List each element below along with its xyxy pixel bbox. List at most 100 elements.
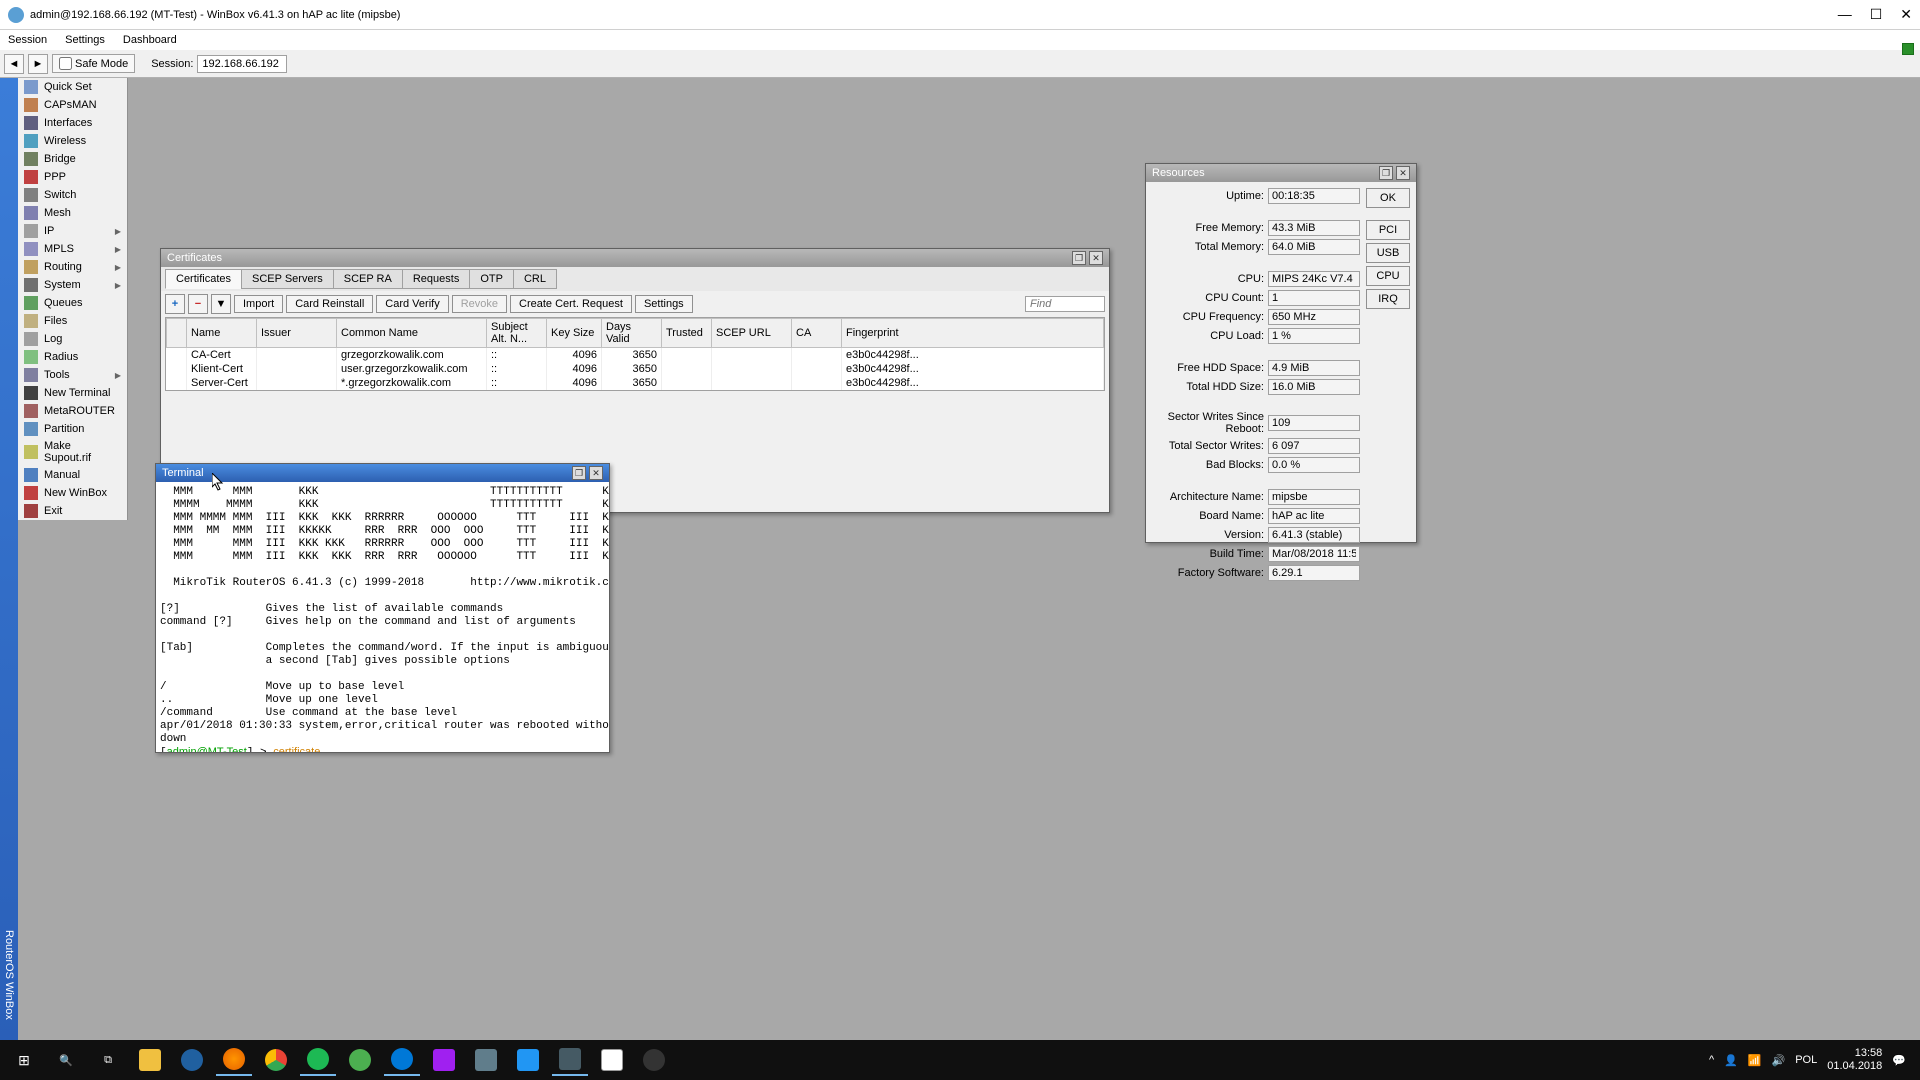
cert-close-icon[interactable]: ✕ [1089,251,1103,265]
forward-button[interactable]: ► [28,54,48,74]
column-header[interactable]: SCEP URL [712,319,792,348]
sidebar-item-log[interactable]: Log [18,330,127,348]
table-row[interactable]: Server-Cert*.grzegorzkowalik.com::409636… [167,376,1104,390]
sidebar-item-exit[interactable]: Exit [18,502,127,520]
res-pci-button[interactable]: PCI [1366,220,1410,240]
sidebar-item-make-supout-rif[interactable]: Make Supout.rif [18,438,127,466]
spotify-icon[interactable] [300,1044,336,1076]
sidebar-item-new-terminal[interactable]: New Terminal [18,384,127,402]
tray-chevron-icon[interactable]: ^ [1709,1054,1714,1066]
sidebar-item-partition[interactable]: Partition [18,420,127,438]
res-irq-button[interactable]: IRQ [1366,289,1410,309]
column-header[interactable]: Issuer [257,319,337,348]
start-button[interactable]: ⊞ [6,1044,42,1076]
resources-titlebar[interactable]: Resources ❐ ✕ [1146,164,1416,182]
sidebar-item-capsman[interactable]: CAPsMAN [18,96,127,114]
winbox-icon[interactable] [552,1044,588,1076]
sidebar-item-ppp[interactable]: PPP [18,168,127,186]
term-restore-icon[interactable]: ❐ [572,466,586,480]
menu-settings[interactable]: Settings [65,34,105,46]
app-icon-1[interactable] [468,1044,504,1076]
add-button[interactable]: + [165,294,185,314]
revoke-button[interactable]: Revoke [452,295,507,313]
task-view-button[interactable]: ⧉ [90,1044,126,1076]
notepad-icon[interactable] [594,1044,630,1076]
phpstorm-icon[interactable] [426,1044,462,1076]
obs-icon[interactable] [636,1044,672,1076]
sidebar-item-routing[interactable]: Routing▶ [18,258,127,276]
firefox-icon[interactable] [216,1044,252,1076]
column-header[interactable]: CA [792,319,842,348]
term-close-icon[interactable]: ✕ [589,466,603,480]
res-close-icon[interactable]: ✕ [1396,166,1410,180]
maximize-button[interactable]: ☐ [1870,6,1883,23]
file-explorer-icon[interactable] [132,1044,168,1076]
globe-icon[interactable] [342,1044,378,1076]
search-button[interactable]: 🔍 [48,1044,84,1076]
sidebar-item-tools[interactable]: Tools▶ [18,366,127,384]
cert-restore-icon[interactable]: ❐ [1072,251,1086,265]
import-button[interactable]: Import [234,295,283,313]
tab-requests[interactable]: Requests [402,269,470,289]
column-header[interactable]: Common Name [337,319,487,348]
tray-clock[interactable]: 13:58 01.04.2018 [1827,1047,1882,1073]
calculator-icon[interactable] [510,1044,546,1076]
sidebar-item-switch[interactable]: Switch [18,186,127,204]
volume-icon[interactable]: 🔊 [1772,1054,1786,1067]
sidebar-item-radius[interactable]: Radius [18,348,127,366]
cert-settings-button[interactable]: Settings [635,295,693,313]
minimize-button[interactable]: — [1838,6,1852,23]
edge-icon[interactable] [384,1044,420,1076]
res-restore-icon[interactable]: ❐ [1379,166,1393,180]
res-ok-button[interactable]: OK [1366,188,1410,208]
tab-otp[interactable]: OTP [469,269,514,289]
column-header[interactable]: Trusted [662,319,712,348]
tab-scep-ra[interactable]: SCEP RA [333,269,403,289]
close-button[interactable]: ✕ [1900,6,1912,23]
sidebar-item-mpls[interactable]: MPLS▶ [18,240,127,258]
column-header[interactable]: Key Size [547,319,602,348]
sidebar-item-wireless[interactable]: Wireless [18,132,127,150]
back-button[interactable]: ◄ [4,54,24,74]
table-row[interactable]: CA-Certgrzegorzkowalik.com::40963650e3b0… [167,348,1104,363]
keepass-icon[interactable] [174,1044,210,1076]
find-input[interactable] [1025,296,1105,312]
notifications-icon[interactable]: 💬 [1892,1054,1906,1067]
menu-dashboard[interactable]: Dashboard [123,34,177,46]
column-header[interactable] [167,319,187,348]
tab-certificates[interactable]: Certificates [165,269,242,289]
remove-button[interactable]: − [188,294,208,314]
sidebar-item-mesh[interactable]: Mesh [18,204,127,222]
sidebar-item-bridge[interactable]: Bridge [18,150,127,168]
sidebar-item-metarouter[interactable]: MetaROUTER [18,402,127,420]
chrome-icon[interactable] [258,1044,294,1076]
sidebar-item-quick-set[interactable]: Quick Set [18,78,127,96]
sidebar-item-files[interactable]: Files [18,312,127,330]
column-header[interactable]: Days Valid [602,319,662,348]
create-cert-request-button[interactable]: Create Cert. Request [510,295,632,313]
sidebar-item-manual[interactable]: Manual [18,466,127,484]
sidebar-item-new-winbox[interactable]: New WinBox [18,484,127,502]
sidebar-item-queues[interactable]: Queues [18,294,127,312]
safemode-checkbox[interactable] [59,57,72,70]
column-header[interactable]: Name [187,319,257,348]
card-verify-button[interactable]: Card Verify [376,295,448,313]
certificates-titlebar[interactable]: Certificates ❐ ✕ [161,249,1109,267]
card-reinstall-button[interactable]: Card Reinstall [286,295,373,313]
network-icon[interactable]: 📶 [1748,1054,1762,1067]
hide-passwords-indicator[interactable] [1902,43,1914,55]
filter-button[interactable]: ▼ [211,294,231,314]
menu-session[interactable]: Session [8,34,47,46]
terminal-titlebar[interactable]: Terminal ❐ ✕ [156,464,609,482]
sidebar-item-system[interactable]: System▶ [18,276,127,294]
column-header[interactable]: Fingerprint [842,319,1104,348]
sidebar-item-interfaces[interactable]: Interfaces [18,114,127,132]
sidebar-item-ip[interactable]: IP▶ [18,222,127,240]
tab-scep-servers[interactable]: SCEP Servers [241,269,334,289]
table-row[interactable]: Klient-Certuser.grzegorzkowalik.com::409… [167,362,1104,376]
terminal-body[interactable]: MMM MMM KKK TTTTTTTTTTT KKK MMMM MMMM KK… [156,482,609,752]
res-usb-button[interactable]: USB [1366,243,1410,263]
column-header[interactable]: Subject Alt. N... [487,319,547,348]
people-icon[interactable]: 👤 [1724,1054,1738,1067]
safemode-toggle[interactable]: Safe Mode [52,54,135,73]
